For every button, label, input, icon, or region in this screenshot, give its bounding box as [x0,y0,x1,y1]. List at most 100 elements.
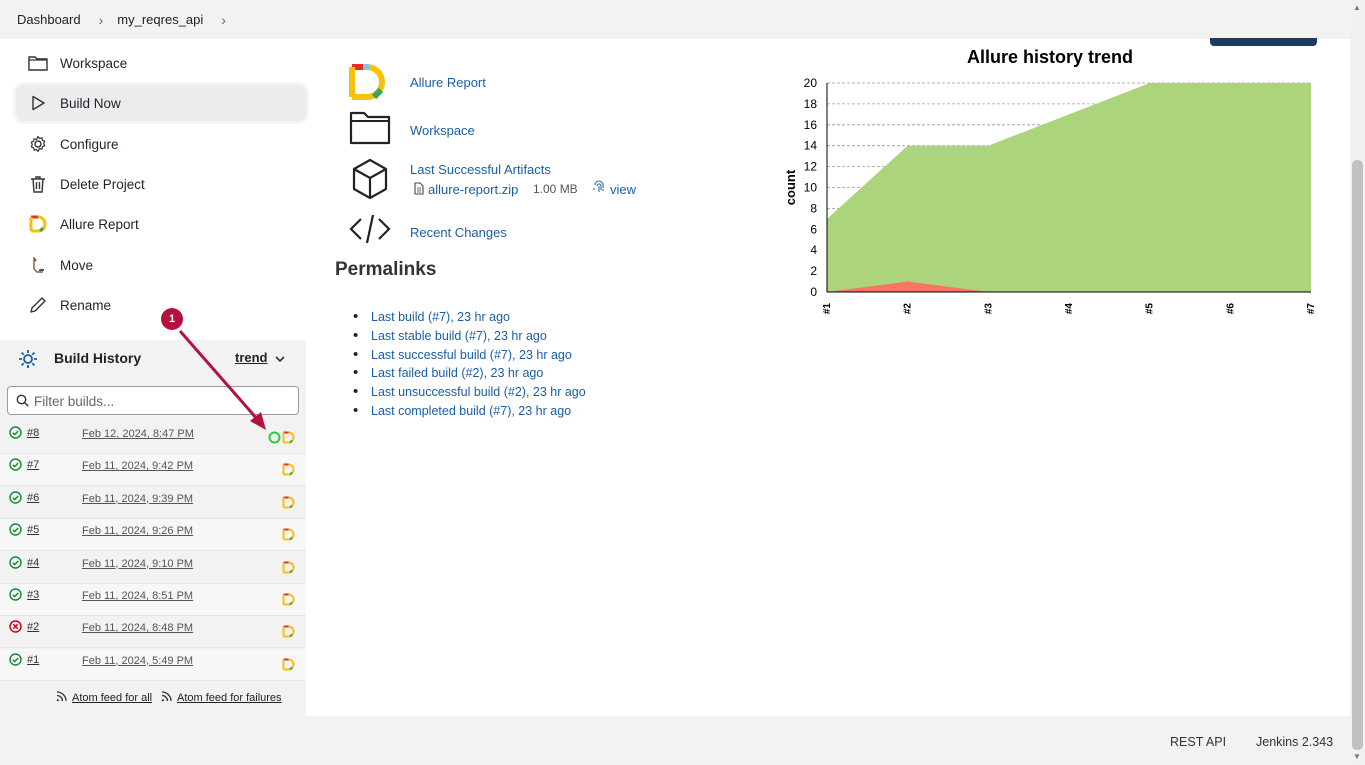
allure-logo-icon [16,215,60,233]
build-date-link[interactable]: Feb 11, 2024, 5:49 PM [82,655,193,667]
build-number-link[interactable]: #1 [27,654,39,666]
success-status-icon [9,588,22,604]
allure-logo-icon[interactable] [349,63,391,104]
jenkins-version[interactable]: Jenkins 2.343 [1256,735,1333,749]
task-delete-project[interactable]: Delete Project [16,166,306,202]
last-successful-artifacts-link[interactable]: Last Successful Artifacts [410,162,551,177]
rest-api-link[interactable]: REST API [1170,735,1226,749]
build-number-link[interactable]: #5 [27,524,39,536]
build-date-link[interactable]: Feb 11, 2024, 9:39 PM [82,493,193,505]
task-label: Delete Project [60,176,145,192]
build-number-link[interactable]: #8 [27,427,39,439]
fingerprint-icon [593,180,605,197]
chevron-right-icon: › [98,11,104,28]
build-date-link[interactable]: Feb 11, 2024, 9:26 PM [82,525,193,537]
artifact-file-link[interactable]: allure-report.zip [428,182,518,197]
build-date-link[interactable]: Feb 12, 2024, 8:47 PM [82,428,194,440]
y-tick-label: 6 [810,222,817,236]
permalinks-title: Permalinks [335,259,437,280]
allure-trend-chart[interactable]: 0 2 4 6 8 10 12 14 16 18 20 #1 #2 #3 #4 #5 #6 #7 count [780,44,1325,329]
table-row[interactable]: #2 Feb 11, 2024, 8:48 PM [0,616,306,649]
play-icon [16,95,60,111]
page-scrollbar[interactable]: ▲ ▼ [1350,0,1365,765]
y-tick-label: 16 [804,118,818,132]
allure-logo-icon[interactable] [282,658,295,674]
trash-icon [16,175,60,193]
build-history-header: Build History trend [0,340,306,378]
build-number-link[interactable]: #2 [27,621,39,633]
list-item: Last stable build (#7), 23 hr ago [353,327,586,348]
y-tick-label: 20 [804,76,818,90]
success-status-icon [9,523,22,539]
scroll-up-icon[interactable]: ▲ [1353,3,1361,12]
breadcrumb-dashboard[interactable]: Dashboard [17,12,81,27]
build-number-link[interactable]: #3 [27,589,39,601]
trend-link[interactable]: trend [235,350,268,365]
table-row[interactable]: #5 Feb 11, 2024, 9:26 PM [0,519,306,552]
search-icon [16,394,29,410]
build-date-link[interactable]: Feb 11, 2024, 9:10 PM [82,558,193,570]
x-tick-label: #5 [1145,303,1156,315]
table-row[interactable]: #1 Feb 11, 2024, 5:49 PM [0,648,306,681]
y-tick-label: 8 [810,201,817,215]
package-icon[interactable] [351,158,389,203]
breadcrumb-project[interactable]: my_reqres_api [117,12,203,27]
allure-logo-icon[interactable] [282,625,295,641]
build-number-link[interactable]: #4 [27,557,39,569]
task-configure[interactable]: Configure [16,126,306,162]
atom-feed-all-link[interactable]: Atom feed for all [72,692,152,704]
x-tick-label: #6 [1225,303,1236,315]
build-date-link[interactable]: Feb 11, 2024, 8:48 PM [82,622,193,634]
table-row[interactable]: #8 Feb 12, 2024, 8:47 PM [0,422,306,454]
x-tick-label: #4 [1064,303,1075,315]
filter-builds-input[interactable] [34,391,284,411]
success-status-icon [9,491,22,507]
table-row[interactable]: #4 Feb 11, 2024, 9:10 PM [0,551,306,584]
in-progress-icon [268,431,281,447]
filter-builds-field[interactable] [7,386,299,415]
allure-logo-icon[interactable] [282,463,295,479]
y-tick-label: 4 [810,243,817,257]
build-date-link[interactable]: Feb 11, 2024, 8:51 PM [82,590,193,602]
table-row[interactable]: #7 Feb 11, 2024, 9:42 PM [0,454,306,487]
success-status-icon [9,555,22,572]
list-item: Last successful build (#7), 23 hr ago [353,346,586,367]
area-series-1 [827,83,1311,292]
permalink-last-unsuccessful[interactable]: Last unsuccessful build (#2), 23 hr ago [371,385,586,399]
build-number-link[interactable]: #6 [27,492,39,504]
allure-logo-icon[interactable] [282,561,295,577]
annotation-badge: 1 [161,308,183,330]
workspace-link[interactable]: Workspace [410,123,475,138]
permalink-last-stable[interactable]: Last stable build (#7), 23 hr ago [371,329,547,343]
task-allure-report[interactable]: Allure Report [16,206,306,242]
chevron-right-icon[interactable]: › [221,12,226,28]
allure-logo-icon[interactable] [282,593,295,609]
folder-icon[interactable] [349,110,391,149]
allure-logo-icon[interactable] [282,496,295,512]
build-date-link[interactable]: Feb 11, 2024, 9:42 PM [82,460,193,472]
build-number-link[interactable]: #7 [27,459,39,471]
recent-changes-link[interactable]: Recent Changes [410,225,507,240]
table-row[interactable]: #3 Feb 11, 2024, 8:51 PM [0,584,306,616]
table-row[interactable]: #6 Feb 11, 2024, 9:39 PM [0,486,306,519]
permalink-last-successful[interactable]: Last successful build (#7), 23 hr ago [371,348,572,362]
allure-report-link[interactable]: Allure Report [410,75,486,90]
gear-icon [16,135,60,153]
task-build-now[interactable]: Build Now [16,85,306,121]
chevron-down-icon[interactable] [274,352,286,368]
move-icon [16,256,60,274]
task-move[interactable]: Move [16,247,306,283]
permalink-last-build[interactable]: Last build (#7), 23 hr ago [371,310,510,324]
scroll-thumb[interactable] [1352,160,1363,750]
allure-logo-icon[interactable] [282,528,295,544]
permalink-last-failed[interactable]: Last failed build (#2), 23 hr ago [371,366,543,380]
permalink-last-completed[interactable]: Last completed build (#7), 23 hr ago [371,404,571,418]
task-workspace[interactable]: Workspace [16,45,306,81]
artifact-view-link[interactable]: view [610,182,636,197]
code-icon[interactable] [349,213,391,248]
allure-logo-icon[interactable] [282,431,295,447]
build-history-icon [18,349,38,372]
scroll-down-icon[interactable]: ▼ [1353,752,1361,761]
atom-feed-failures-link[interactable]: Atom feed for failures [177,692,282,704]
footer: REST API Jenkins 2.343 [0,716,1350,765]
